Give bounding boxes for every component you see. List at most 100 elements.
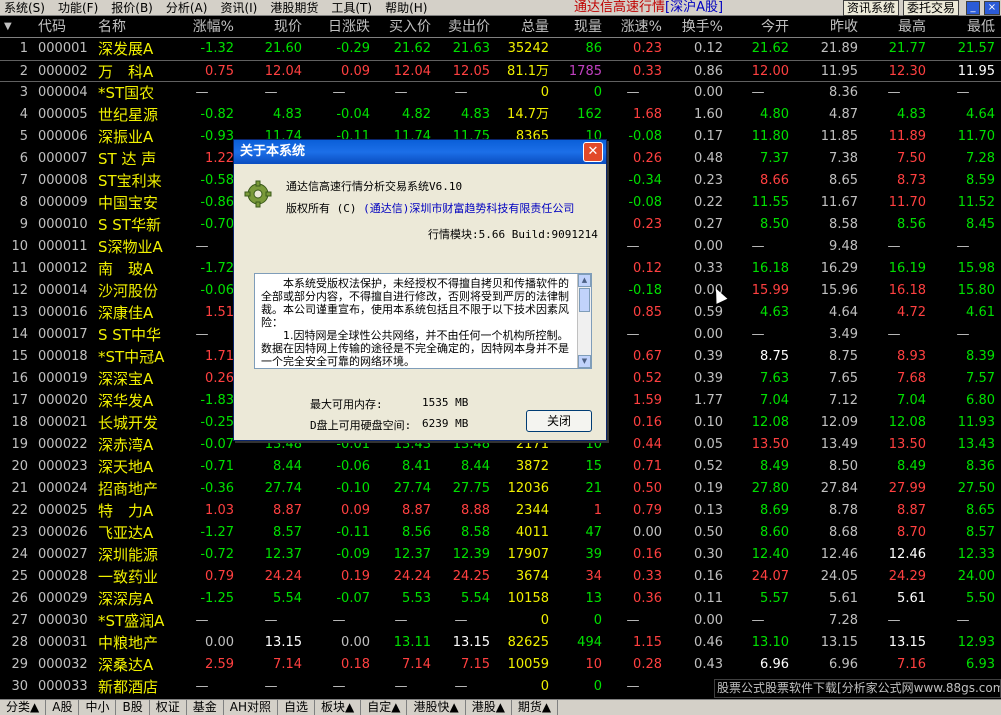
category-tab-7[interactable]: 自选 (278, 700, 315, 715)
cell-涨幅%: -1.32 (200, 41, 234, 56)
table-row[interactable]: 20 000023 深天地A -0.71 8.44 -0.06 8.41 8.44 3872 15… (0, 456, 1001, 478)
row-index: 25 (11, 569, 28, 584)
close-button[interactable]: 关闭 (526, 410, 592, 432)
category-tab-4[interactable]: 权证 (150, 700, 187, 715)
table-row[interactable]: 2 000002 万 科A 0.75 12.04 0.09 12.04 12.05 81.1万 1… (0, 60, 1001, 82)
category-tab-1[interactable]: A股 (46, 700, 80, 715)
column-header-2[interactable]: 涨幅% (170, 16, 234, 38)
stock-name: 深华发A (98, 392, 154, 410)
cell-涨速%: 0.00 (633, 525, 662, 540)
table-row[interactable]: 28 000031 中粮地产 0.00 13.15 0.00 13.11 13.15 82625… (0, 632, 1001, 654)
stock-code: 000012 (38, 261, 88, 276)
column-header-3[interactable]: 现价 (240, 16, 302, 38)
cell-换手%: 0.12 (694, 41, 723, 56)
stock-name: S ST华新 (98, 216, 161, 234)
category-tab-3[interactable]: B股 (116, 700, 150, 715)
scroll-up-icon[interactable]: ▲ (578, 274, 591, 287)
dialog-titlebar[interactable]: 关于本系统 ✕ (234, 140, 606, 164)
column-header-5[interactable]: 买入价 (371, 16, 431, 38)
column-header-9[interactable]: 涨速% (604, 16, 662, 38)
table-row[interactable]: 27 000030 *ST盛润A — — — — — 0 0 — 0.00 — 7.28 — — (0, 610, 1001, 632)
sort-dropdown-icon[interactable]: ▼ (4, 16, 24, 38)
table-row[interactable]: 22 000025 特 力A 1.03 8.87 0.09 8.87 8.88 2344 1 0.7… (0, 500, 1001, 522)
table-row[interactable]: 1 000001 深发展A -1.32 21.60 -0.29 21.62 21.63 3524… (0, 38, 1001, 60)
table-row[interactable]: 21 000024 招商地产 -0.36 27.74 -0.10 27.74 27.75 120… (0, 478, 1001, 500)
cell-涨速%: 0.33 (633, 569, 662, 584)
category-tab-2[interactable]: 中小 (79, 700, 117, 715)
scroll-thumb[interactable] (579, 288, 590, 312)
menu-info[interactable]: 资讯(I) (216, 0, 266, 16)
cell-最高: 12.30 (888, 64, 926, 79)
trade-button[interactable]: 委托交易 (903, 0, 960, 16)
cell-昨收: 13.49 (820, 437, 858, 452)
category-tab-5[interactable]: 基金 (187, 700, 224, 715)
menu-function[interactable]: 功能(F) (54, 0, 107, 16)
row-index: 27 (11, 613, 28, 628)
category-tab-10[interactable]: 港股快▲ (407, 700, 466, 715)
stock-code: 000007 (38, 151, 88, 166)
table-row[interactable]: 23 000026 飞亚达A -1.27 8.57 -0.11 8.56 8.58 4011 47… (0, 522, 1001, 544)
column-header-14[interactable]: 最低 (931, 16, 995, 38)
menu-help[interactable]: 帮助(H) (381, 0, 436, 16)
column-header-8[interactable]: 现量 (552, 16, 602, 38)
menu-quote[interactable]: 报价(B) (107, 0, 162, 16)
column-header-13[interactable]: 最高 (862, 16, 926, 38)
cell-现量: 13 (585, 591, 602, 606)
column-header-10[interactable]: 换手% (665, 16, 723, 38)
cell-昨收: 8.50 (829, 459, 858, 474)
category-tab-0[interactable]: 分类▲ (0, 700, 47, 715)
dialog-close-icon[interactable]: ✕ (583, 142, 603, 162)
column-header-name[interactable]: 名称 (98, 16, 168, 38)
column-header-code[interactable]: 代码 (38, 16, 98, 38)
minimize-icon[interactable]: _ (966, 1, 980, 15)
table-row[interactable]: 29 000032 深桑达A 2.59 7.14 0.18 7.14 7.15 10059 10 0… (0, 654, 1001, 676)
cell-买入价: — (394, 679, 408, 694)
category-tab-8[interactable]: 板块▲ (315, 700, 362, 715)
category-tab-12[interactable]: 期货▲ (512, 700, 559, 715)
cell-最低: 15.80 (957, 283, 995, 298)
table-row[interactable]: 4 000005 世纪星源 -0.82 4.83 -0.04 4.82 4.83 14.7万 16… (0, 104, 1001, 126)
copyright-holder-link[interactable]: (通达信)深圳市财富趋势科技有限责任公司 (363, 202, 574, 215)
news-system-button[interactable]: 资讯系统 (843, 0, 900, 16)
close-icon[interactable]: × (984, 1, 1000, 15)
category-tab-9[interactable]: 自定▲ (361, 700, 408, 715)
cell-日涨跌: -0.10 (336, 481, 370, 496)
cell-涨速%: — (626, 327, 640, 342)
scroll-down-icon[interactable]: ▼ (578, 355, 591, 368)
column-header-12[interactable]: 昨收 (792, 16, 858, 38)
table-row[interactable]: 25 000028 一致药业 0.79 24.24 0.19 24.24 24.25 3674 3… (0, 566, 1001, 588)
column-header-4[interactable]: 日涨跌 (308, 16, 370, 38)
table-row[interactable]: 24 000027 深圳能源 -0.72 12.37 -0.09 12.37 12.39 179… (0, 544, 1001, 566)
stock-name: 长城开发 (98, 414, 159, 432)
cell-最低: 8.39 (966, 349, 995, 364)
category-tab-11[interactable]: 港股▲ (466, 700, 512, 715)
cell-最低: 12.33 (957, 547, 995, 562)
stock-name: 沙河股份 (98, 282, 159, 300)
column-header-6[interactable]: 卖出价 (432, 16, 490, 38)
cell-卖出价: 8.88 (461, 503, 490, 518)
column-header-11[interactable]: 今开 (727, 16, 789, 38)
row-index: 24 (11, 547, 28, 562)
module-version: 行情模块:5.66 Build:9091214 (428, 228, 598, 241)
cell-现量: 0 (593, 85, 602, 100)
column-header-7[interactable]: 总量 (491, 16, 549, 38)
license-scrollbar[interactable]: ▲ ▼ (577, 274, 591, 368)
cell-今开: 16.18 (751, 261, 789, 276)
license-text-box[interactable]: 本系统受版权法保护，未经授权不得擅自拷贝和传播软件的全部或部分内容，不得擅自进行… (254, 273, 592, 369)
cell-总量: 35242 (507, 41, 549, 56)
cell-买入价: 5.53 (402, 591, 431, 606)
menu-tools[interactable]: 工具(T) (327, 0, 381, 16)
table-row[interactable]: 26 000029 深深房A -1.25 5.54 -0.07 5.53 5.54 10158 1… (0, 588, 1001, 610)
cell-最低: 24.00 (957, 569, 995, 584)
menu-bar: 系统(S) 功能(F) 报价(B) 分析(A) 资讯(I) 港股期货 工具(T)… (0, 0, 1001, 16)
category-tab-6[interactable]: AH对照 (224, 700, 278, 715)
cell-日涨跌: — (332, 613, 346, 628)
menu-analysis[interactable]: 分析(A) (162, 0, 217, 16)
cell-今开: — (751, 85, 765, 100)
menu-hk-futures[interactable]: 港股期货 (266, 0, 327, 16)
row-index: 29 (11, 657, 28, 672)
cell-今开: 24.07 (751, 569, 789, 584)
ad-banner[interactable]: 股票公式股票软件下载[分析家公式网www.88gs.com] (714, 679, 1001, 698)
table-row[interactable]: 3 000004 *ST国农 — — — — — 0 0 — 0.00 — 8.36 — — (0, 82, 1001, 104)
menu-system[interactable]: 系统(S) (0, 0, 54, 16)
